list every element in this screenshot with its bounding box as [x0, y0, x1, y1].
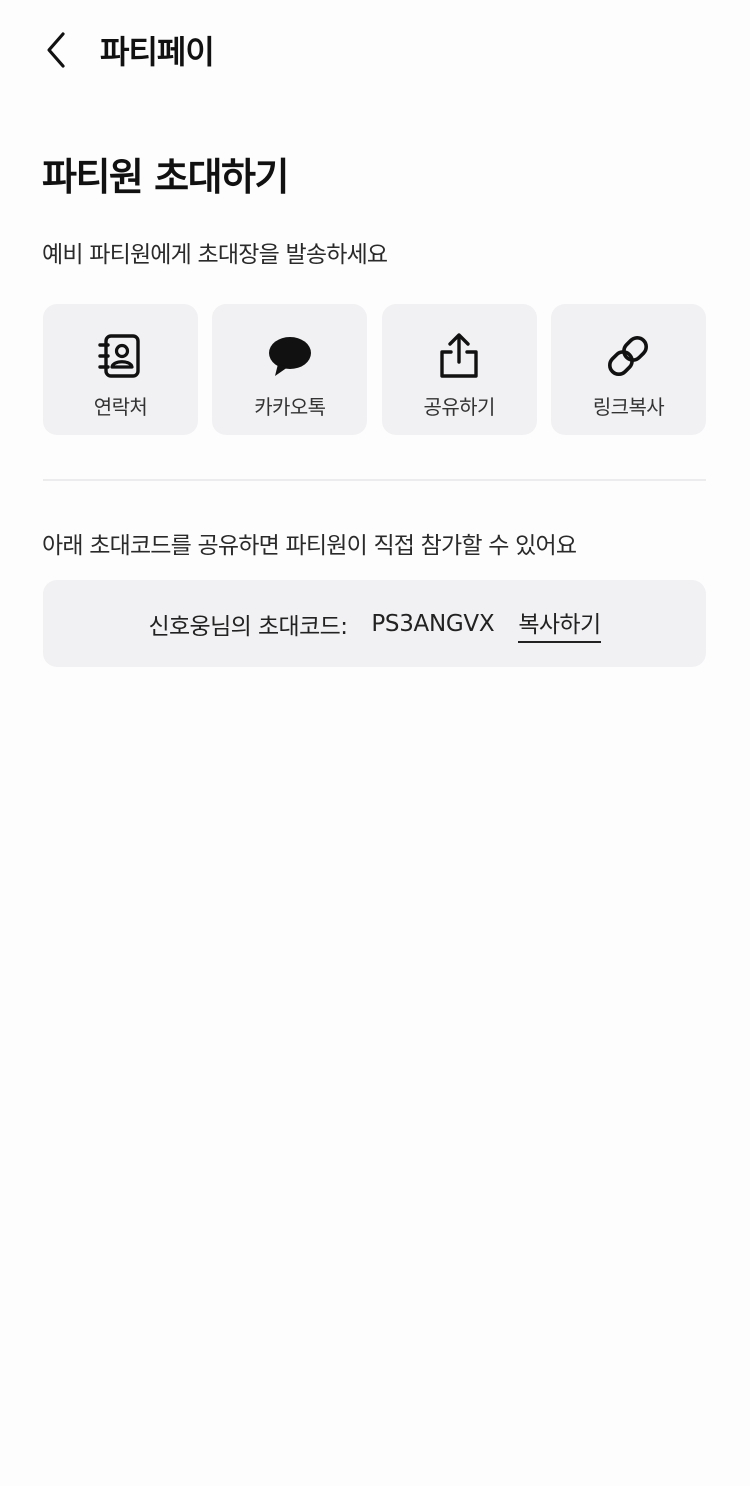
invite-subtitle: 예비 파티원에게 초대장을 발송하세요: [42, 242, 388, 268]
share-system-label: 공유하기: [423, 395, 496, 419]
share-contacts-label: 연락처: [93, 395, 148, 419]
contact-book-icon: [97, 332, 145, 380]
chevron-left-icon: [41, 30, 71, 74]
copy-link-label: 링크복사: [592, 395, 665, 419]
share-kakaotalk-label: 카카오톡: [254, 395, 326, 419]
invite-code-label: 신호웅님의 초대코드:: [148, 613, 348, 640]
back-button[interactable]: [30, 26, 82, 78]
share-kakaotalk-button[interactable]: 카카오톡: [212, 304, 368, 435]
share-icon: [435, 332, 483, 380]
link-icon: [604, 332, 652, 380]
invite-code-value: PS3ANGVX: [371, 610, 495, 637]
header-title: 파티페이: [100, 33, 215, 71]
share-options: 연락처 카카오톡 공유하기 링크복사: [43, 304, 706, 435]
invite-code-info: 아래 초대코드를 공유하면 파티원이 직접 참가할 수 있어요: [42, 533, 577, 559]
share-system-button[interactable]: 공유하기: [381, 304, 537, 435]
copy-link-button[interactable]: 링크복사: [550, 304, 706, 435]
invite-code-box: 신호웅님의 초대코드: PS3ANGVX 복사하기: [43, 580, 706, 667]
share-contacts-button[interactable]: 연락처: [43, 304, 198, 435]
divider: [43, 479, 706, 481]
kakaotalk-icon: [266, 332, 314, 380]
copy-code-button[interactable]: 복사하기: [518, 605, 601, 643]
page-title: 파티원 초대하기: [42, 155, 289, 199]
header: 파티페이: [0, 0, 750, 106]
